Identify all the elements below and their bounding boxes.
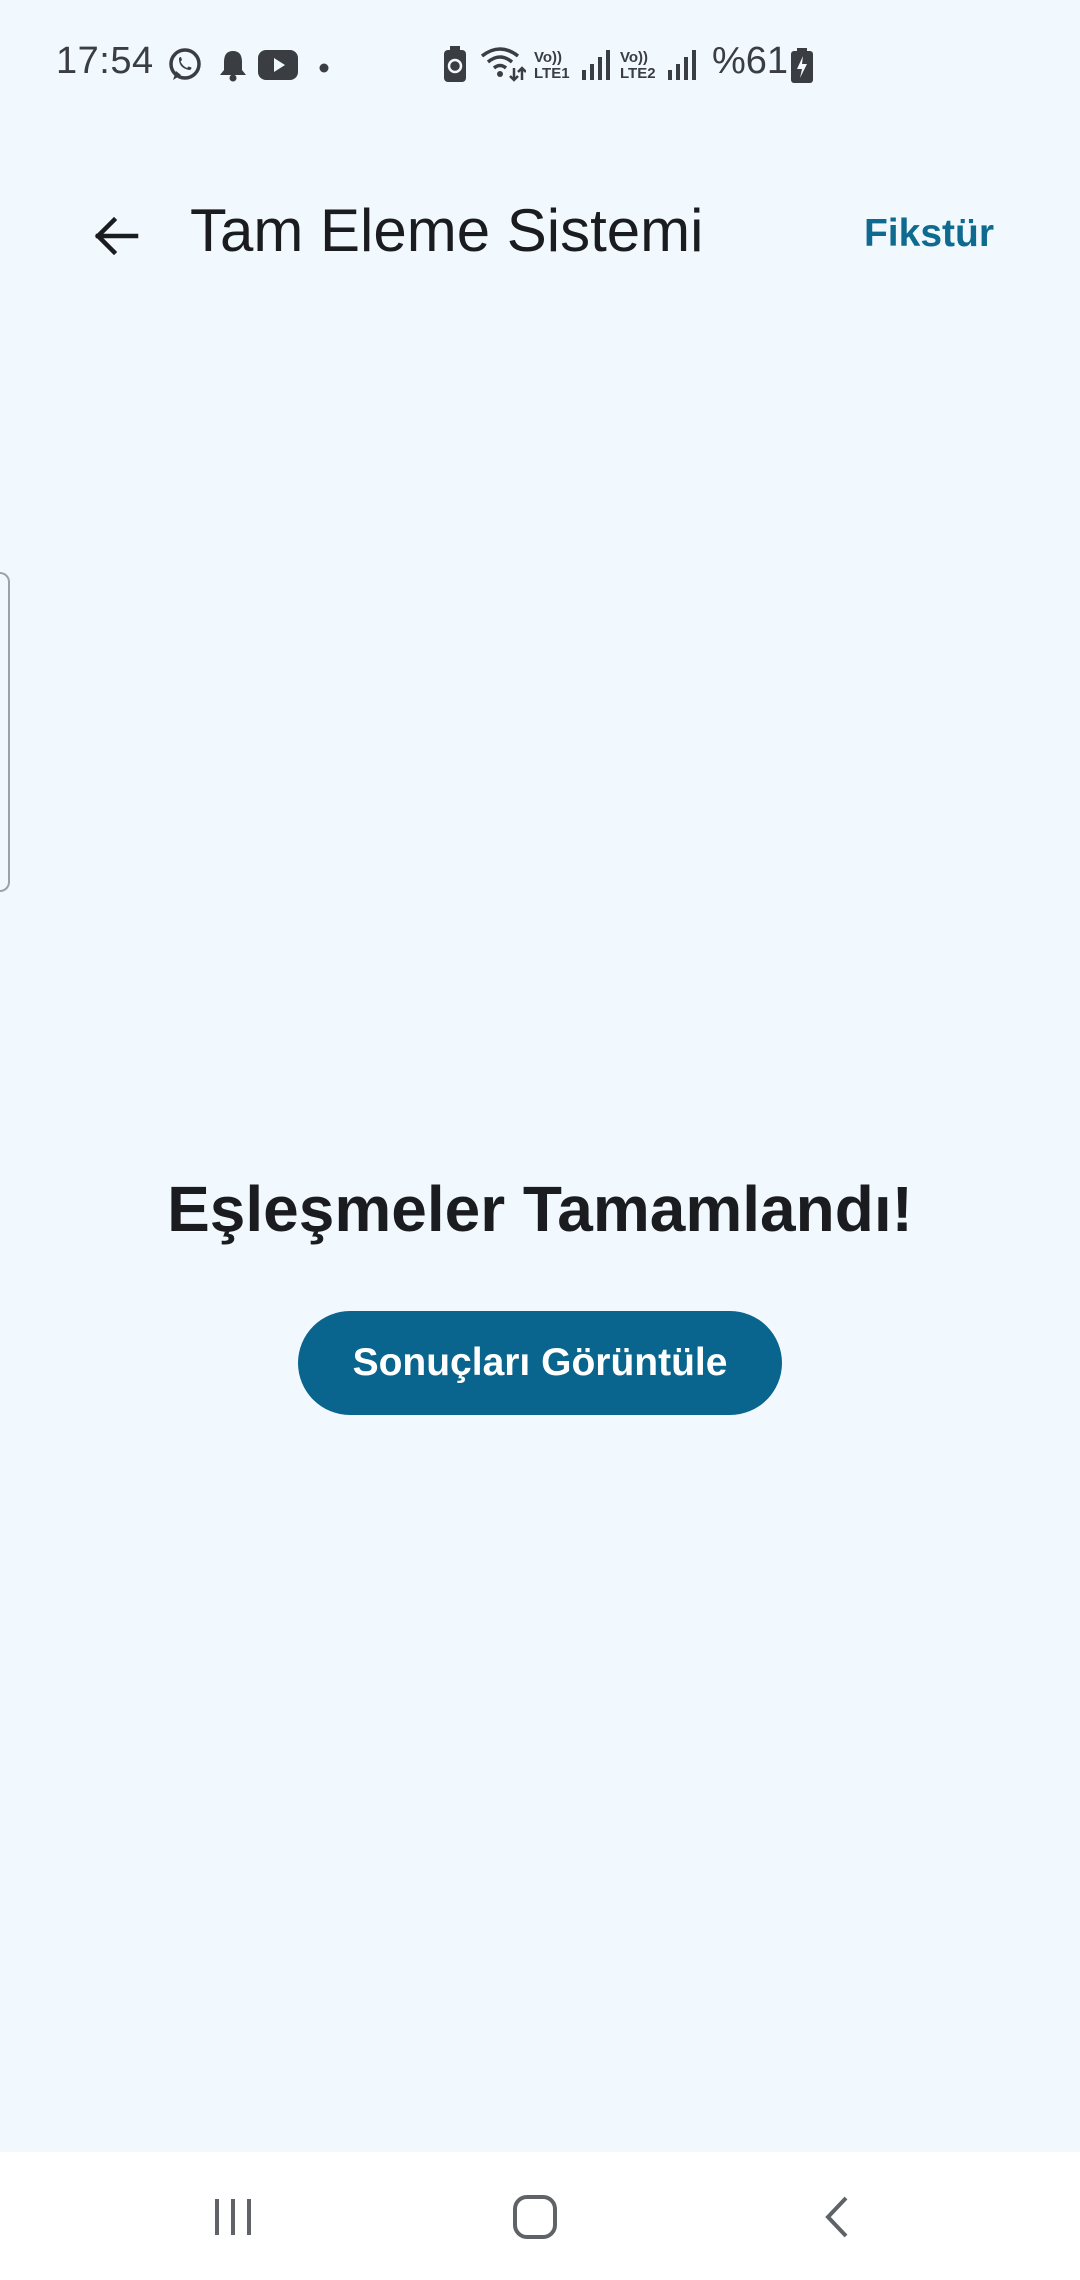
signal-icon bbox=[582, 50, 612, 85]
edge-panel-handle[interactable] bbox=[0, 572, 10, 892]
page-title: Tam Eleme Sistemi bbox=[190, 197, 704, 264]
notification-bell-icon bbox=[218, 48, 248, 87]
signal-icon bbox=[668, 50, 698, 85]
whatsapp-icon bbox=[166, 46, 204, 89]
sim2-lte-label: LTE2 bbox=[620, 65, 656, 82]
recent-apps-button[interactable] bbox=[193, 2182, 273, 2252]
back-button[interactable] bbox=[80, 200, 152, 272]
dot-icon bbox=[319, 60, 329, 78]
battery-saver-icon bbox=[442, 46, 468, 89]
wifi-icon bbox=[480, 46, 527, 87]
sim2-volte-label: Vo)) bbox=[620, 49, 649, 66]
back-nav-button[interactable] bbox=[797, 2182, 877, 2252]
recent-apps-icon bbox=[215, 2199, 251, 2235]
fixture-button[interactable]: Fikstür bbox=[864, 212, 994, 256]
sim1-lte-label: LTE1 bbox=[534, 65, 570, 82]
status-time: 17:54 bbox=[56, 40, 154, 82]
home-button[interactable] bbox=[495, 2182, 575, 2252]
back-nav-icon bbox=[825, 2196, 848, 2238]
app-bar: Tam Eleme Sistemi Fikstür bbox=[0, 170, 1080, 295]
navigation-bar bbox=[0, 2152, 1080, 2280]
battery-percentage: %61 bbox=[712, 40, 789, 82]
battery-charging-icon bbox=[790, 48, 814, 89]
completion-headline: Eşleşmeler Tamamlandı! bbox=[167, 1173, 913, 1245]
status-bar: 17:54 Vo)) LTE1 Vo)) LTE2 %61 bbox=[0, 0, 1080, 130]
youtube-icon bbox=[258, 50, 298, 85]
arrow-left-icon bbox=[94, 216, 139, 256]
home-icon bbox=[513, 2195, 557, 2239]
view-results-button[interactable]: Sonuçları Görüntüle bbox=[298, 1311, 782, 1415]
screen: 17:54 Vo)) LTE1 Vo)) LTE2 %61 Tam Eleme … bbox=[0, 0, 1080, 2280]
sim1-volte-label: Vo)) bbox=[534, 49, 563, 66]
